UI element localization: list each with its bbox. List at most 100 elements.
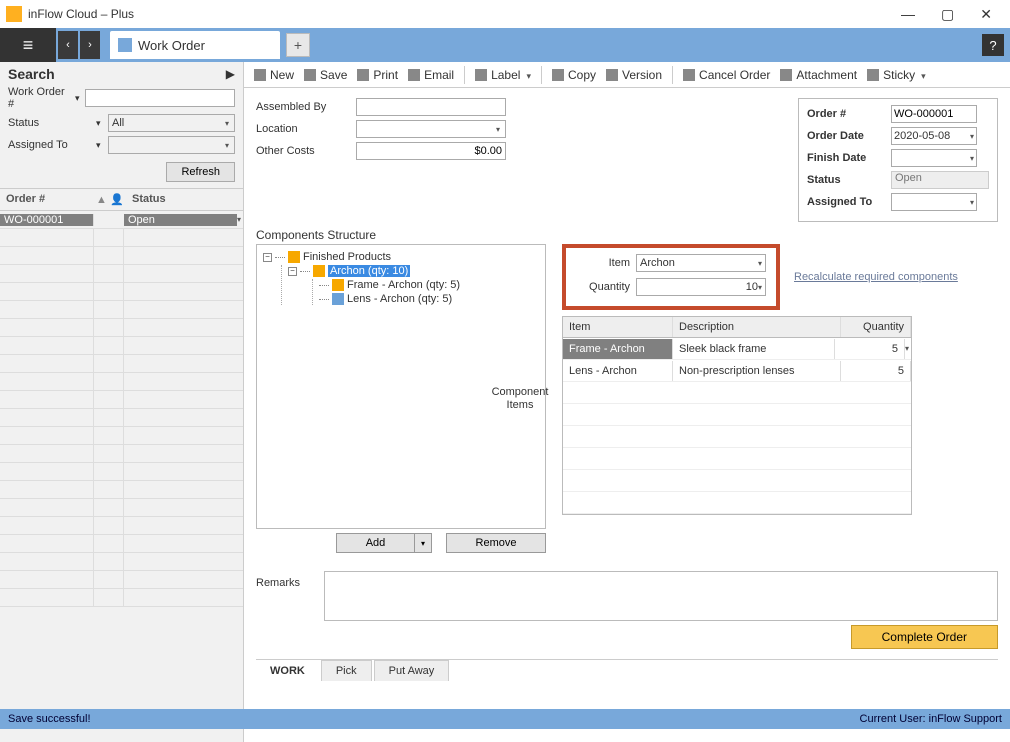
search-assignedto-select[interactable] [108,136,235,154]
list-col-status[interactable]: Status [132,193,237,206]
search-heading: Search [8,66,55,82]
tree-child[interactable]: Lens - Archon (qty: 5) [319,293,539,305]
remarks-label: Remarks [256,571,316,621]
list-sort-icons[interactable]: ▲ 👤 [96,193,132,206]
window-minimize[interactable]: — [901,6,915,23]
search-workorder-label: Work Order # [8,86,71,110]
grid-row[interactable]: Frame - Archon Sleek black frame 5 [563,338,911,360]
form-left: Assembled By Location Other Costs [256,98,556,222]
tab-add[interactable]: + [286,33,310,57]
add-button-group[interactable]: Add ▾ [336,533,432,553]
search-sidebar: Search ▶ Work Order # ▾ Status ▾ All Ass… [0,62,244,742]
status-label: Status [807,174,891,186]
search-workorder-input[interactable] [85,89,235,107]
app-icon [6,6,22,22]
tree-root[interactable]: − Finished Products [263,251,539,263]
remove-button[interactable]: Remove [446,533,546,553]
grid-col-item[interactable]: Item [563,317,673,337]
save-button[interactable]: Save [304,68,347,82]
other-costs-label: Other Costs [256,145,356,157]
tab-work[interactable]: WORK [256,661,319,681]
search-collapse-icon[interactable]: ▶ [226,67,235,81]
hamburger-menu[interactable]: ≡ [0,28,56,62]
new-icon [254,69,266,81]
order-no-input[interactable] [891,105,977,123]
email-button[interactable]: Email [408,68,454,82]
status-message: Save successful! [8,713,91,725]
email-icon [408,69,420,81]
toolbar: New Save Print Email Label Copy Version … [244,62,1010,88]
tab-pick[interactable]: Pick [321,660,372,681]
window-close[interactable]: ✕ [980,6,992,23]
tab-putaway[interactable]: Put Away [374,660,450,681]
refresh-button[interactable]: Refresh [166,162,235,182]
add-dropdown[interactable]: ▾ [414,533,432,553]
window-titlebar: inFlow Cloud – Plus — ▢ ✕ [0,0,1010,28]
window-maximize[interactable]: ▢ [941,6,954,23]
item-qty-highlight: Item Archon Quantity 10 [562,244,780,310]
field-options-icon[interactable]: ▾ [96,118,104,129]
order-date-input[interactable]: 2020-05-08 [891,127,977,145]
label-button[interactable]: Label [475,68,531,82]
attachment-icon [780,69,792,81]
folder-icon [288,251,300,263]
field-options-icon[interactable]: ▾ [75,93,81,104]
list-item[interactable]: WO-000001 Open [0,211,243,229]
field-options-icon[interactable]: ▾ [96,140,104,151]
search-status-label: Status [8,117,92,129]
nav-back[interactable]: ‹ [58,31,78,59]
components-heading: Components Structure [256,228,998,242]
other-costs-input[interactable] [356,142,506,160]
bottom-tabs: WORK Pick Put Away [256,659,998,681]
search-results-list: WO-000001 Open [0,211,243,607]
tree-product[interactable]: − Archon (qty: 10) [288,265,539,277]
complete-order-button[interactable]: Complete Order [851,625,998,649]
nav-forward[interactable]: › [80,31,100,59]
menubar: ≡ ‹ › Work Order + ? [0,28,1010,62]
finish-date-input[interactable] [891,149,977,167]
version-button[interactable]: Version [606,68,662,82]
save-icon [304,69,316,81]
label-icon [475,69,487,81]
work-area: New Save Print Email Label Copy Version … [244,62,1010,742]
component-icon [332,279,344,291]
search-status-select[interactable]: All [108,114,235,132]
tree-child[interactable]: Frame - Archon (qty: 5) [319,279,539,291]
location-label: Location [256,123,356,135]
quantity-input[interactable]: 10 [636,278,766,296]
add-button[interactable]: Add [336,533,414,553]
finish-date-label: Finish Date [807,152,891,164]
status-value: Open [891,171,989,189]
cancel-order-button[interactable]: Cancel Order [683,68,770,82]
recalculate-link[interactable]: Recalculate required components [794,271,958,283]
assignedto-label: Assigned To [807,196,891,208]
assembled-by-label: Assembled By [256,101,356,113]
attachment-button[interactable]: Attachment [780,68,857,82]
grid-row[interactable]: Lens - Archon Non-prescription lenses 5 [563,360,911,382]
version-icon [606,69,618,81]
item-select[interactable]: Archon [636,254,766,272]
quantity-label: Quantity [576,281,630,293]
location-select[interactable] [356,120,506,138]
tab-label: Work Order [138,38,205,53]
copy-icon [552,69,564,81]
current-user: Current User: inFlow Support [860,713,1002,725]
status-bar: Save successful! Current User: inFlow Su… [0,709,1010,729]
tab-work-order[interactable]: Work Order [110,31,280,59]
product-icon [313,265,325,277]
assembled-by-input[interactable] [356,98,506,116]
print-button[interactable]: Print [357,68,398,82]
copy-button[interactable]: Copy [552,68,596,82]
grid-col-qty[interactable]: Quantity [841,317,911,337]
component-items-grid: Item Description Quantity Frame - Archon… [562,316,912,515]
print-icon [357,69,369,81]
remarks-textarea[interactable] [324,571,998,621]
sticky-button[interactable]: Sticky [867,68,926,82]
order-date-label: Order Date [807,130,891,142]
list-col-order[interactable]: Order # [6,193,96,206]
new-button[interactable]: New [254,68,294,82]
grid-col-desc[interactable]: Description [673,317,841,337]
sticky-icon [867,69,879,81]
help-button[interactable]: ? [982,34,1004,56]
assignedto-select[interactable] [891,193,977,211]
